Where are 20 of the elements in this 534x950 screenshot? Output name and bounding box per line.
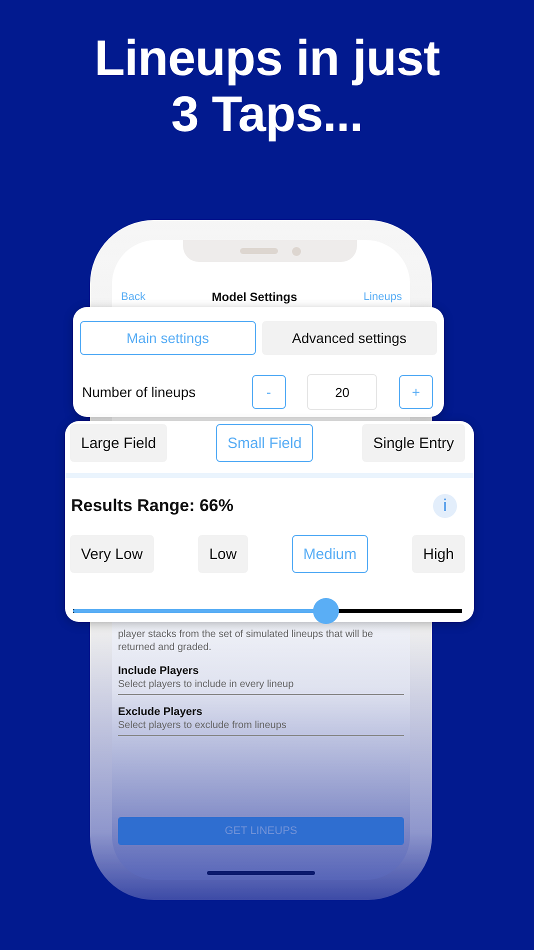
player-filter-field[interactable]: Exclude Players Select players to exclude from lineups	[118, 706, 404, 736]
contest-field-option[interactable]: Single Entry	[362, 424, 465, 462]
results-range-label: Results Range: 66%	[71, 496, 234, 516]
player-filter-field[interactable]: Include Players Select players to include in every lineup	[118, 665, 404, 695]
range-option[interactable]: Low	[198, 535, 248, 573]
settings-tab[interactable]: Advanced settings	[262, 321, 437, 355]
contest-field-option[interactable]: Large Field	[70, 424, 168, 462]
range-option[interactable]: High	[412, 535, 465, 573]
filter-hint: Select players to exclude from lineups	[118, 719, 288, 732]
filter-title: Include Players	[118, 665, 200, 678]
filter-title: Exclude Players	[118, 706, 204, 719]
filter-hint: Select players to include in every lineup	[118, 678, 295, 691]
description-text: player stacks from the set of simulated lineups that will be returned and graded.	[118, 628, 374, 654]
screen-title: Model Settings	[212, 290, 298, 304]
headline: 3 Taps...	[171, 86, 363, 142]
lineups-label: Number of lineups	[82, 384, 197, 400]
headline: Lineups in just	[94, 30, 440, 86]
slider-thumb[interactable]	[312, 598, 339, 624]
range-option[interactable]: Very Low	[70, 535, 154, 573]
lineups-count-field[interactable]: 20	[307, 374, 378, 410]
